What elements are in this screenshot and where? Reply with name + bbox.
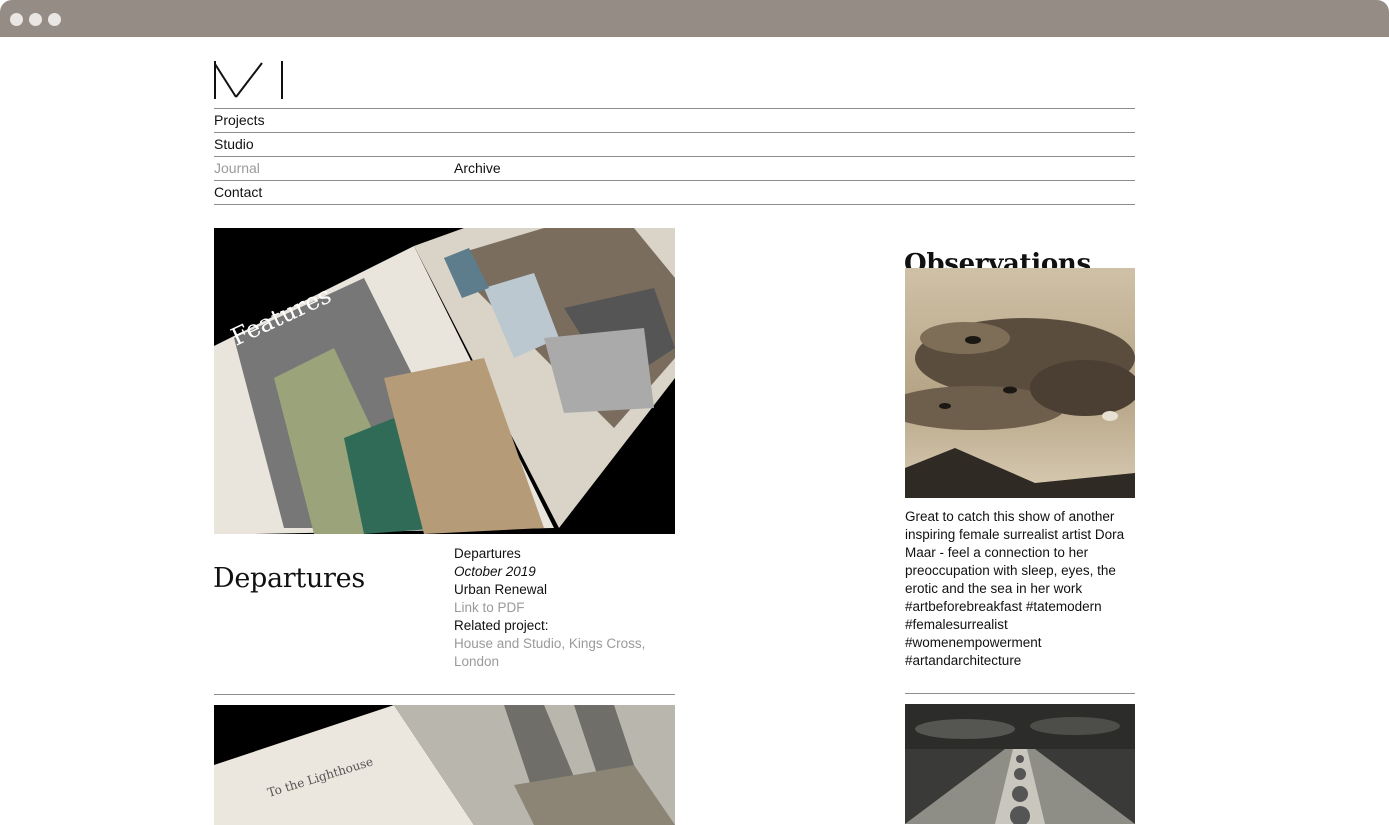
browser-window-bar: [0, 0, 1389, 37]
nav-label-studio[interactable]: Studio: [214, 134, 254, 155]
nav-item-studio[interactable]: Studio: [214, 132, 1135, 156]
hashtag[interactable]: #womenempowerment: [905, 634, 1137, 652]
hashtag[interactable]: #femalesurrealist: [905, 616, 1137, 634]
nav-label-projects[interactable]: Projects: [214, 110, 265, 131]
article-title[interactable]: Departures: [213, 563, 365, 594]
monogram-m-logo[interactable]: [214, 61, 284, 101]
nav-sublink-archive[interactable]: Archive: [454, 158, 501, 179]
pdf-link[interactable]: Link to PDF: [454, 599, 674, 617]
article-meta: Departures October 2019 Urban Renewal Li…: [454, 545, 674, 671]
observation-tags: #artbeforebreakfast #tatemodern #females…: [905, 598, 1137, 670]
nav-item-contact[interactable]: Contact: [214, 180, 1135, 205]
window-close-dot[interactable]: [10, 13, 23, 26]
related-project-label: Related project:: [454, 618, 549, 633]
nav-label-contact[interactable]: Contact: [214, 182, 262, 203]
window-minimize-dot[interactable]: [29, 13, 42, 26]
hashtag[interactable]: #artandarchitecture: [905, 652, 1137, 670]
nav-label-journal[interactable]: Journal: [214, 158, 260, 179]
observation-image-chain-pier[interactable]: [905, 704, 1135, 824]
observation-divider: [905, 693, 1135, 694]
observation-text: Great to catch this show of another insp…: [905, 509, 1125, 596]
window-maximize-dot[interactable]: [48, 13, 61, 26]
article-publication: Departures: [454, 546, 521, 561]
nav-item-projects[interactable]: Projects: [214, 108, 1135, 132]
page-content: Projects Studio Journal Archive Contact: [0, 37, 1389, 825]
observation-caption: Great to catch this show of another insp…: [905, 508, 1137, 670]
related-project-link[interactable]: House and Studio, Kings Cross, London: [454, 635, 674, 671]
article-image-lighthouse-spread[interactable]: To the Lighthouse: [214, 705, 675, 825]
hashtag[interactable]: #artbeforebreakfast #tatemodern: [905, 598, 1137, 616]
article-headline: Urban Renewal: [454, 582, 548, 597]
observation-image-surrealist-sky[interactable]: [905, 268, 1135, 498]
article-image-magazine-spread[interactable]: Features: [214, 228, 675, 534]
nav-item-journal[interactable]: Journal Archive: [214, 156, 1135, 180]
main-nav: Projects Studio Journal Archive Contact: [214, 108, 1135, 205]
article-divider: [214, 694, 675, 695]
article-date: October 2019: [454, 564, 536, 579]
